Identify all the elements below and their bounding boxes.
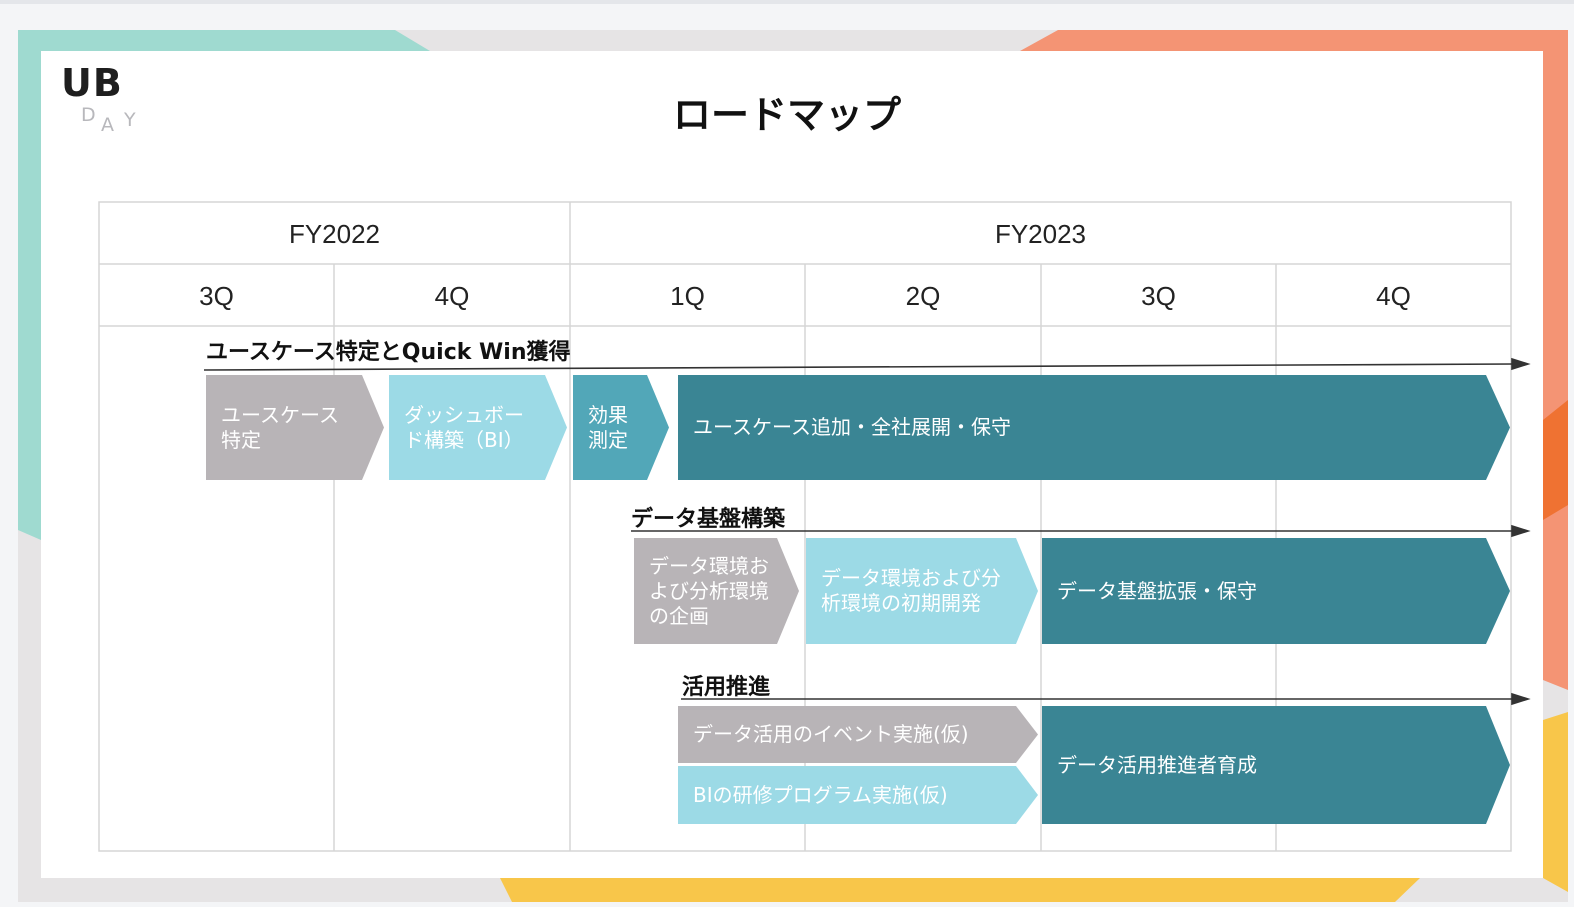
quarter-header: 3Q	[199, 281, 234, 311]
step-environment-initial-dev: データ環境および分 析環境の初期開発	[806, 538, 1038, 644]
step-label: データ環境および分 析環境の初期開発	[821, 566, 1001, 615]
step-label: データ環境お よび分析環境 の企画	[649, 553, 769, 628]
quarter-header: 3Q	[1141, 281, 1176, 311]
step-label: 効果 測定	[588, 402, 628, 452]
arrowhead	[1511, 524, 1531, 538]
step-label: データ活用推進者育成	[1057, 752, 1257, 777]
step-bi-training: BIの研修プログラム実施(仮)	[678, 766, 1038, 824]
step-label: ダッシュボー ド構築（BI）	[404, 402, 524, 452]
step-usecase-expansion: ユースケース追加・全社展開・保守	[678, 375, 1510, 480]
step-data-event: データ活用のイベント実施(仮)	[678, 706, 1038, 763]
step-label: ユースケース追加・全社展開・保守	[693, 415, 1011, 439]
quarter-header: 4Q	[434, 281, 470, 311]
step-promoter-development: データ活用推進者育成	[1042, 706, 1510, 824]
step-label: データ基盤拡張・保守	[1057, 578, 1257, 603]
quarter-header: 1Q	[670, 281, 705, 311]
step-label: ユースケース 特定	[221, 402, 339, 452]
year-header-fy2023: FY2023	[994, 219, 1087, 249]
arrowhead	[1511, 357, 1531, 371]
step-label: BIの研修プログラム実施(仮)	[693, 782, 948, 807]
quarter-header: 4Q	[1376, 281, 1411, 311]
quarter-header: 2Q	[905, 281, 941, 311]
phase-label-usecase-quickwin: ユースケース特定とQuick Win獲得	[206, 340, 571, 365]
year-header-fy2022: FY2022	[288, 219, 381, 249]
step-label: データ活用のイベント実施(仮)	[693, 722, 969, 746]
phase-label-data-platform: データ基盤構築	[631, 507, 786, 532]
phase-label-utilization: 活用推進	[682, 675, 771, 700]
step-dashboard-build: ダッシュボー ド構築（BI）	[389, 375, 567, 480]
step-platform-expansion: データ基盤拡張・保守	[1042, 538, 1510, 644]
arrowhead	[1511, 692, 1531, 706]
step-environment-planning: データ環境お よび分析環境 の企画	[634, 538, 799, 644]
step-usecase-identification: ユースケース 特定	[206, 375, 384, 480]
